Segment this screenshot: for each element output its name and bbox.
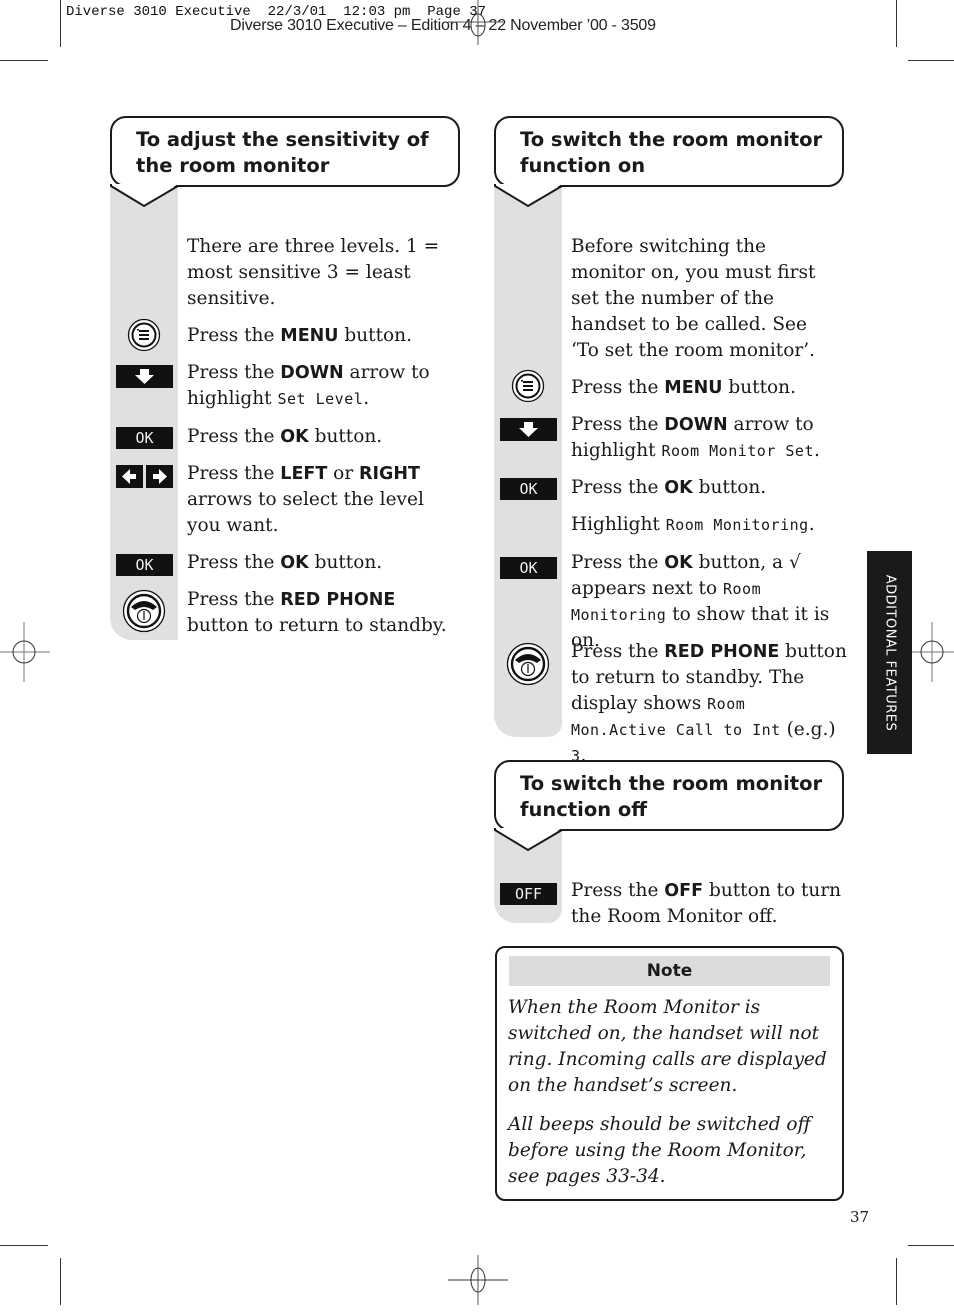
side-tab-label: ADDITONAL FEATURES <box>882 574 897 731</box>
step-text: Highlight Room Monitoring. <box>571 514 815 535</box>
step-text: Press the LEFT or RIGHT arrows to select… <box>187 463 424 536</box>
edition-line: Diverse 3010 Executive – Edition 4 – 22 … <box>230 17 656 34</box>
section-title-sensitivity: To adjust the sensitivity of the room mo… <box>110 116 460 187</box>
note-title: Note <box>509 956 830 986</box>
step-text: Press the OK button. <box>187 426 383 447</box>
ok-key-icon: OK <box>500 478 557 500</box>
registration-mark-icon <box>448 1255 508 1305</box>
crop-mark <box>908 60 954 61</box>
display-text: Room Monitoring <box>665 516 809 534</box>
callout-pointer <box>494 184 563 208</box>
crop-mark <box>60 1258 61 1305</box>
ok-key-icon: OK <box>116 427 173 449</box>
down-arrow-key-icon <box>500 418 557 441</box>
down-arrow-key-icon <box>116 365 173 388</box>
ok-key-icon: OK <box>500 557 557 579</box>
off-key-icon: OFF <box>500 883 557 905</box>
crop-mark <box>0 1245 48 1246</box>
menu-button-icon <box>511 369 545 403</box>
display-text: Room Monitor Set <box>661 442 814 460</box>
step-text: Press the RED PHONE button to return to … <box>187 589 447 636</box>
step-text: Press the OFF button to turn the Room Mo… <box>571 880 842 927</box>
section-intro: There are three levels. 1 = most sensiti… <box>187 236 440 309</box>
registration-mark-icon <box>448 0 503 45</box>
step-text: Press the OK button. <box>187 552 383 573</box>
side-tab: ADDITONAL FEATURES <box>867 551 912 754</box>
callout-pointer <box>110 184 179 208</box>
red-phone-button-icon <box>122 589 166 633</box>
menu-button-icon <box>127 318 161 352</box>
section-title-switch-on: To switch the room monitor function on <box>494 116 844 187</box>
crop-mark <box>908 1245 954 1246</box>
section-title-switch-off: To switch the room monitor function off <box>494 760 844 831</box>
crop-mark <box>896 0 897 47</box>
step-text: Press the DOWN arrow to highlight Set Le… <box>187 362 430 409</box>
ok-key-icon: OK <box>116 554 173 576</box>
crop-mark <box>0 60 48 61</box>
callout-pointer <box>494 828 563 852</box>
display-text: Set Level <box>277 390 364 408</box>
step-text: Press the MENU button. <box>571 377 796 398</box>
step-text: Press the RED PHONE button to return to … <box>571 641 847 766</box>
registration-mark-icon <box>0 622 50 682</box>
step-text: Press the OK button. <box>571 477 767 498</box>
step-text: Press the DOWN arrow to highlight Room M… <box>571 414 820 461</box>
left-right-arrow-keys-icon <box>116 465 173 488</box>
step-text: Press the MENU button. <box>187 325 412 346</box>
note-paragraph: When the Room Monitor is switched on, th… <box>508 997 827 1096</box>
section-intro: Before switching the monitor on, you mus… <box>571 236 816 361</box>
crop-mark <box>60 0 61 47</box>
registration-mark-icon <box>906 622 954 682</box>
note-paragraph: All beeps should be switched off before … <box>508 1114 811 1187</box>
red-phone-button-icon <box>506 642 550 686</box>
note-box: Note When the Room Monitor is switched o… <box>495 946 844 1201</box>
page-number: 37 <box>850 1208 870 1226</box>
crop-mark <box>896 1258 897 1305</box>
